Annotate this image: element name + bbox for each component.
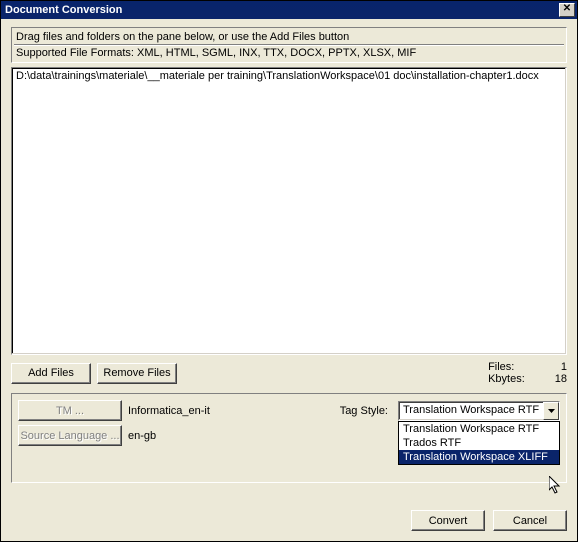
settings-panel: TM ... Informatica_en-it Tag Style: Tran… [11, 393, 567, 483]
file-row[interactable]: D:\data\trainings\materiale\__materiale … [16, 70, 562, 82]
add-files-button[interactable]: Add Files [11, 363, 91, 384]
dropdown-option[interactable]: Translation Workspace RTF [399, 422, 559, 436]
files-count-value: 1 [555, 361, 567, 373]
drag-hint-text: Drag files and folders on the pane below… [14, 30, 564, 44]
tag-style-selected: Translation Workspace RTF [399, 402, 543, 420]
tag-style-combobox[interactable]: Translation Workspace RTF [398, 401, 560, 421]
convert-button[interactable]: Convert [411, 510, 485, 531]
titlebar: Document Conversion ✕ [1, 1, 577, 19]
source-language-button[interactable]: Source Language ... [18, 425, 122, 446]
dialog-window: Document Conversion ✕ Drag files and fol… [0, 0, 578, 542]
info-panel: Drag files and folders on the pane below… [11, 27, 567, 63]
close-button[interactable]: ✕ [559, 3, 575, 17]
remove-files-button[interactable]: Remove Files [97, 363, 177, 384]
tm-row: TM ... Informatica_en-it Tag Style: Tran… [18, 400, 560, 421]
close-icon: ✕ [563, 3, 571, 14]
chevron-down-icon[interactable] [543, 402, 559, 420]
dropdown-option-selected[interactable]: Translation Workspace XLIFF [399, 450, 559, 464]
kbytes-label: Kbytes: [488, 373, 525, 385]
dialog-content: Drag files and folders on the pane below… [1, 19, 577, 502]
kbytes-value: 18 [555, 373, 567, 385]
supported-formats-text: Supported File Formats: XML, HTML, SGML,… [14, 46, 564, 60]
dropdown-option[interactable]: Trados RTF [399, 436, 559, 450]
files-count-label: Files: [488, 361, 525, 373]
tag-style-combo[interactable]: Translation Workspace RTF Translation Wo… [398, 401, 560, 421]
file-list[interactable]: D:\data\trainings\materiale\__materiale … [11, 67, 567, 355]
source-lang-value: en-gb [128, 430, 156, 442]
cancel-button[interactable]: Cancel [493, 510, 567, 531]
window-title: Document Conversion [5, 4, 559, 16]
tm-button[interactable]: TM ... [18, 400, 122, 421]
file-buttons-row: Add Files Remove Files Files: 1 Kbytes: … [11, 361, 567, 385]
tag-style-label: Tag Style: [340, 405, 388, 417]
cursor-icon [549, 476, 563, 496]
stats-panel: Files: 1 Kbytes: 18 [488, 361, 567, 385]
tm-value: Informatica_en-it [128, 405, 210, 417]
dialog-footer: Convert Cancel [1, 502, 577, 541]
tag-style-dropdown: Translation Workspace RTF Trados RTF Tra… [398, 421, 560, 465]
